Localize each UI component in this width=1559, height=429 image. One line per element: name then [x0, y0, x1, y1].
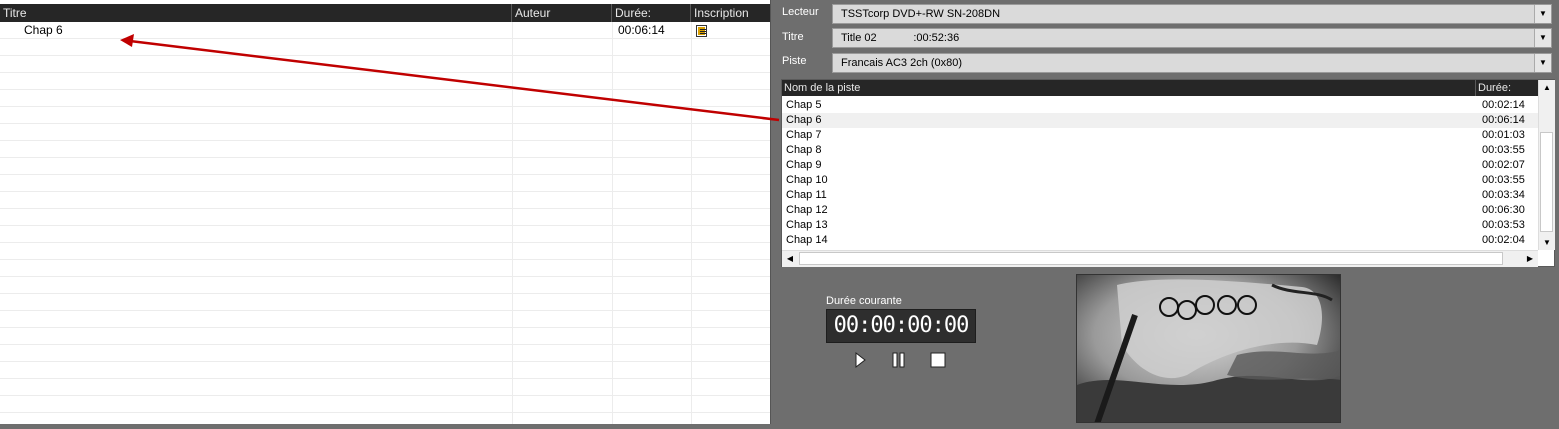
empty-row — [0, 277, 770, 294]
row-title: Chap 6 — [24, 23, 63, 37]
title-select[interactable]: Title 02 :00:52:36 ▼ — [832, 28, 1552, 48]
chevron-down-icon[interactable]: ▼ — [1534, 5, 1551, 23]
chevron-down-icon[interactable]: ▼ — [1534, 29, 1551, 47]
scroll-down-icon[interactable]: ▼ — [1539, 235, 1555, 250]
video-preview — [1076, 274, 1341, 423]
chapter-name: Chap 6 — [786, 114, 822, 126]
empty-row — [0, 362, 770, 379]
scroll-up-icon[interactable]: ▲ — [1539, 80, 1555, 95]
empty-row — [0, 73, 770, 90]
chapter-duration: 00:03:34 — [1482, 189, 1525, 201]
column-track-name[interactable]: Nom de la piste — [782, 80, 1476, 96]
column-auteur[interactable]: Auteur — [512, 4, 612, 22]
empty-row — [0, 39, 770, 56]
track-label: Piste — [782, 55, 807, 67]
empty-row — [0, 175, 770, 192]
chapter-name: Chap 5 — [786, 99, 822, 111]
horizontal-scrollbar[interactable]: ◀ ▶ — [782, 250, 1538, 267]
empty-row — [0, 311, 770, 328]
burn-list-body: Chap 6 00:06:14 — [0, 22, 770, 424]
table-row[interactable]: Chap 6 00:06:14 — [782, 113, 1538, 128]
pause-icon[interactable] — [889, 350, 909, 370]
column-duree[interactable]: Durée: — [612, 4, 691, 22]
chapter-duration: 00:06:14 — [1482, 114, 1525, 126]
chapter-name: Chap 8 — [786, 144, 822, 156]
scroll-right-icon[interactable]: ▶ — [1522, 251, 1538, 266]
scroll-thumb[interactable] — [799, 252, 1503, 265]
burn-list-header: Titre Auteur Durée: Inscription — [0, 4, 770, 22]
empty-row — [0, 243, 770, 260]
table-row[interactable]: Chap 7 00:01:03 — [782, 128, 1538, 143]
title-select-value: Title 02 :00:52:36 — [841, 32, 960, 44]
empty-row — [0, 90, 770, 107]
empty-row — [0, 413, 770, 424]
column-track-duration[interactable]: Durée: — [1476, 80, 1538, 96]
column-inscription[interactable]: Inscription — [691, 4, 770, 22]
chapter-name: Chap 10 — [786, 174, 828, 186]
chapter-duration: 00:03:55 — [1482, 174, 1525, 186]
chapter-table[interactable]: Nom de la piste Durée: Chap 5 00:02:14 Cha… — [781, 79, 1555, 267]
scroll-thumb[interactable] — [1540, 132, 1553, 232]
empty-row — [0, 226, 770, 243]
video-frame-image — [1077, 275, 1340, 422]
chapter-name: Chap 13 — [786, 219, 828, 231]
chapter-duration: 00:02:14 — [1482, 99, 1525, 111]
chapter-name: Chap 11 — [786, 189, 827, 201]
chapter-duration: 00:02:04 — [1482, 234, 1525, 246]
chapter-name: Chap 12 — [786, 204, 828, 216]
scroll-left-icon[interactable]: ◀ — [782, 251, 798, 266]
chapter-duration: 00:06:30 — [1482, 204, 1525, 216]
burn-list-panel[interactable]: Titre Auteur Durée: Inscription Chap 6 0… — [0, 0, 771, 424]
stop-icon[interactable] — [928, 350, 948, 370]
drive-select-value: TSSTcorp DVD+-RW SN-208DN — [841, 8, 1001, 20]
chevron-down-icon[interactable]: ▼ — [1534, 54, 1551, 72]
table-row[interactable]: Chap 9 00:02:07 — [782, 158, 1538, 173]
empty-row — [0, 328, 770, 345]
empty-row — [0, 124, 770, 141]
empty-row — [0, 379, 770, 396]
empty-row — [0, 192, 770, 209]
chapter-duration: 00:01:03 — [1482, 129, 1525, 141]
empty-row — [0, 158, 770, 175]
empty-row — [0, 56, 770, 73]
chapter-duration: 00:03:53 — [1482, 219, 1525, 231]
empty-row — [0, 294, 770, 311]
table-row[interactable]: Chap 14 00:02:04 — [782, 233, 1538, 248]
audio-track-select-value: Francais AC3 2ch (0x80) — [841, 57, 963, 69]
chapter-name: Chap 7 — [786, 129, 822, 141]
chapter-name: Chap 9 — [786, 159, 822, 171]
table-row[interactable]: Chap 8 00:03:55 — [782, 143, 1538, 158]
current-duration-label: Durée courante — [826, 295, 902, 307]
empty-row — [0, 141, 770, 158]
empty-row — [0, 107, 770, 124]
time-display: 00:00:00:00 — [826, 309, 976, 343]
drive-label: Lecteur — [782, 6, 819, 18]
empty-row — [0, 345, 770, 362]
drive-select[interactable]: TSSTcorp DVD+-RW SN-208DN ▼ — [832, 4, 1552, 24]
table-row[interactable]: Chap 6 00:06:14 — [0, 22, 770, 39]
chapter-table-header: Nom de la piste Durée: — [782, 80, 1538, 96]
table-row[interactable]: Chap 13 00:03:53 — [782, 218, 1538, 233]
table-row[interactable]: Chap 12 00:06:30 — [782, 203, 1538, 218]
empty-row — [0, 396, 770, 413]
chapter-duration: 00:03:55 — [1482, 144, 1525, 156]
empty-row — [0, 260, 770, 277]
column-titre[interactable]: Titre — [0, 4, 512, 22]
table-row[interactable]: Chap 11 00:03:34 — [782, 188, 1538, 203]
title-label: Titre — [782, 31, 804, 43]
audio-track-select[interactable]: Francais AC3 2ch (0x80) ▼ — [832, 53, 1552, 73]
table-row[interactable]: Chap 5 00:02:14 — [782, 98, 1538, 113]
table-row[interactable]: Chap 10 00:03:55 — [782, 173, 1538, 188]
play-icon[interactable] — [850, 350, 870, 370]
chapter-duration: 00:02:07 — [1482, 159, 1525, 171]
chapter-name: Chap 14 — [786, 234, 828, 246]
row-duration: 00:06:14 — [618, 23, 665, 37]
vertical-scrollbar[interactable]: ▲ ▼ — [1538, 80, 1555, 250]
empty-row — [0, 209, 770, 226]
inscription-icon[interactable] — [696, 25, 707, 37]
